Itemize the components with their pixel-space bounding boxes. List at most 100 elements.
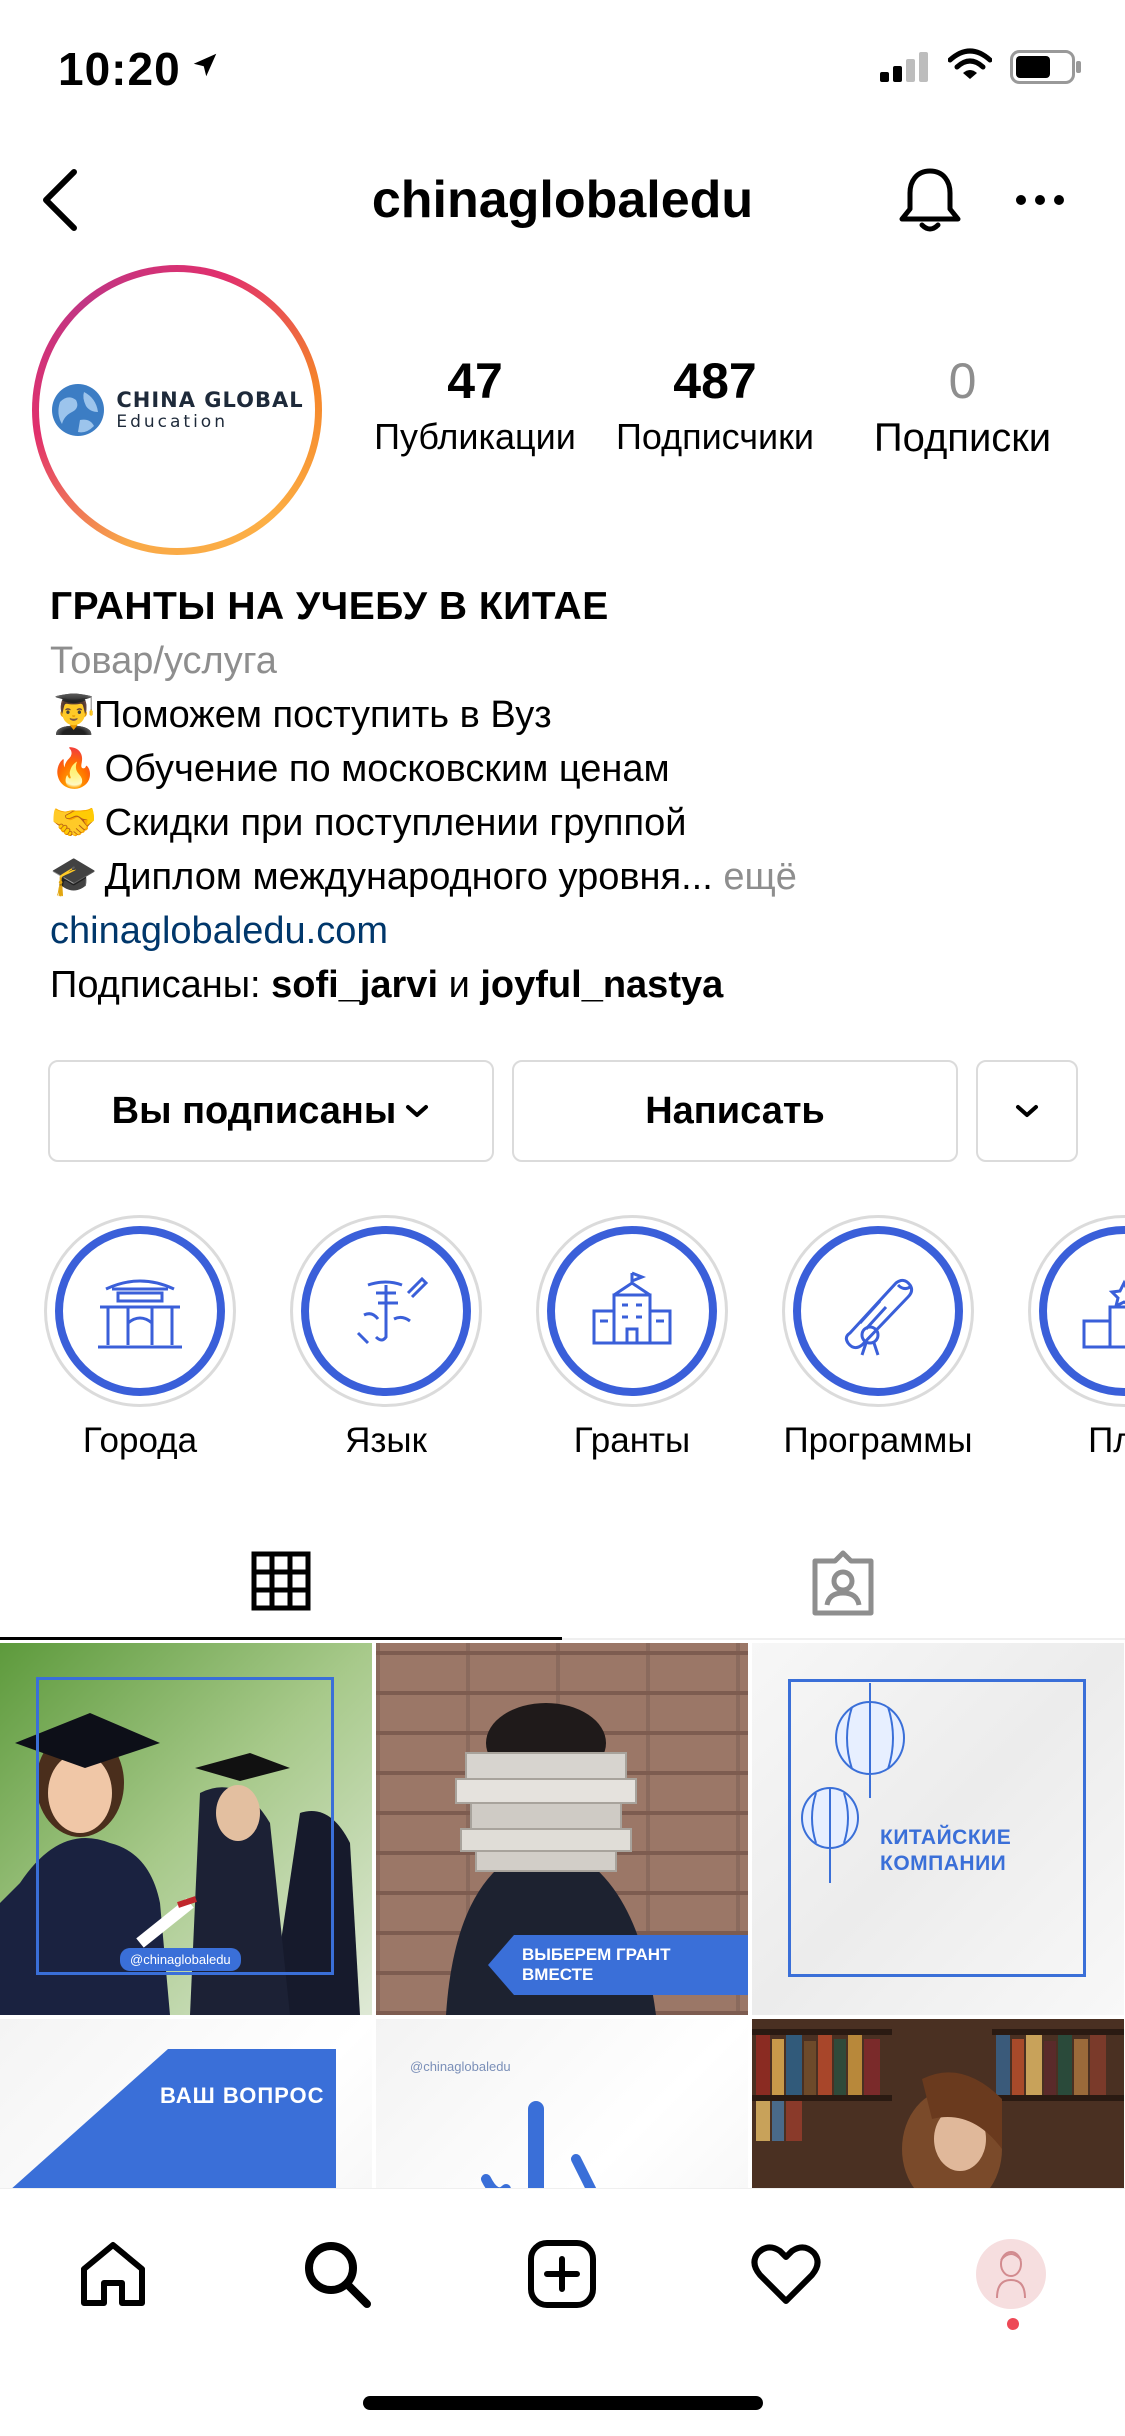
highlight-label: Гранты: [573, 1421, 691, 1460]
status-bar: 10:20: [0, 0, 1125, 140]
message-button[interactable]: Написать: [512, 1060, 958, 1162]
chevron-down-icon: [406, 1105, 429, 1117]
highlight-advantages[interactable]: Плю: [1024, 1215, 1125, 1461]
more-dots-icon: [1016, 195, 1064, 205]
home-icon: [81, 2242, 145, 2306]
highlight-label: Города: [82, 1421, 198, 1460]
nav-search[interactable]: [282, 2219, 392, 2329]
posts-count-number: 47: [447, 353, 503, 409]
highlight-programs[interactable]: Программы: [778, 1215, 978, 1461]
more-options-button[interactable]: [1010, 170, 1070, 230]
followed-by-user[interactable]: sofi_jarvi: [271, 964, 438, 1006]
following-count-number: 0: [948, 353, 977, 409]
bio-line: 🎓 Диплом международного уровня... ещё: [50, 850, 1090, 904]
following-count[interactable]: 0 Подписки: [850, 352, 1075, 461]
notifications-button[interactable]: [890, 160, 970, 240]
story-highlights: Города Язык Гранты Программы Пл: [40, 1215, 1125, 1475]
post-thumbnail[interactable]: @chinaglobaledu: [376, 2019, 748, 2188]
highlight-grants[interactable]: Гранты: [532, 1215, 732, 1461]
nav-profile[interactable]: [956, 2219, 1066, 2329]
calligraphy-stroke-icon: [481, 2101, 597, 2188]
post-handle: @chinaglobaledu: [120, 1948, 241, 1971]
library-photo: [752, 2019, 1124, 2188]
tab-tagged[interactable]: [562, 1525, 1124, 1640]
nav-activity[interactable]: [731, 2219, 841, 2329]
university-icon: [592, 1271, 672, 1345]
post-frame: [36, 1677, 334, 1975]
profile-bio: ГРАНТЫ НА УЧЕБУ В КИТАЕ Товар/услуга 👨‍🎓…: [50, 580, 1090, 1012]
student-emoji-icon: 👨‍🎓: [50, 694, 98, 736]
nav-home[interactable]: [58, 2219, 168, 2329]
highlight-language[interactable]: Язык: [286, 1215, 486, 1461]
battery-icon: [1010, 50, 1082, 89]
heart-icon: [751, 2244, 821, 2304]
following-button[interactable]: Вы подписаны: [48, 1060, 494, 1162]
highlight-label: Плю: [1088, 1421, 1125, 1460]
globe-logo-icon: [52, 384, 105, 436]
highlight-label: Язык: [345, 1421, 427, 1460]
profile-avatar-icon: [976, 2239, 1046, 2309]
post-caption: КИТАЙСКИЕ КОМПАНИИ: [880, 1826, 1012, 1875]
post-thumbnail[interactable]: КИТАЙСКИЕ КОМПАНИИ: [752, 1643, 1124, 2015]
bio-line-text: Поможем поступить в Вуз: [94, 694, 552, 736]
post-thumbnail[interactable]: ВЫБЕРЕМ ГРАНТ ВМЕСТЕ: [376, 1643, 748, 2015]
status-time: 10:20: [58, 43, 181, 95]
nav-create-post[interactable]: [507, 2219, 617, 2329]
bio-category: Товар/услуга: [50, 640, 277, 682]
cellular-signal-icon: [880, 52, 932, 87]
location-arrow-icon: [190, 50, 220, 85]
post-thumbnail[interactable]: ВАШ ВОПРОС: [0, 2019, 372, 2188]
followed-by: Подписаны: sofi_jarvi и joyful_nastya: [50, 958, 1090, 1012]
diploma-icon: [844, 1278, 914, 1356]
tagged-person-icon: [812, 1550, 874, 1615]
add-post-icon: [528, 2240, 596, 2308]
suggested-accounts-button[interactable]: [976, 1060, 1078, 1162]
followed-by-user[interactable]: joyful_nastya: [480, 964, 723, 1006]
message-button-label: Написать: [645, 1089, 825, 1132]
tab-posts-grid[interactable]: [0, 1525, 562, 1640]
post-handle: @chinaglobaledu: [410, 2059, 511, 2074]
logo-subtitle: Education: [116, 412, 228, 432]
profile-avatar: CHINA GLOBAL Education: [47, 280, 307, 540]
post-thumbnail[interactable]: @chinaglobaledu: [0, 1643, 372, 2015]
posts-grid: @chinaglobaledu ВЫБЕРЕМ ГРАНТ ВМЕСТЕ КИТ…: [0, 1643, 1125, 2188]
search-icon: [305, 2242, 371, 2308]
podium-icon: [1082, 1279, 1125, 1349]
bio-line-text: Диплом международного уровня...: [104, 856, 713, 898]
following-count-label: Подписки: [873, 416, 1052, 460]
profile-header: chinaglobaledu: [0, 150, 1125, 250]
grid-icon: [251, 1551, 311, 1611]
followed-by-and: и: [448, 964, 470, 1006]
followed-by-prefix: Подписаны:: [50, 964, 261, 1006]
home-indicator[interactable]: [363, 2396, 763, 2410]
bio-title: ГРАНТЫ НА УЧЕБУ В КИТАЕ: [50, 585, 609, 628]
posts-count-label: Публикации: [374, 416, 576, 457]
bio-more-link[interactable]: ещё: [723, 856, 797, 898]
followers-count[interactable]: 487 Подписчики: [600, 352, 830, 458]
pagoda-icon: [98, 1279, 182, 1349]
highlight-cities[interactable]: Города: [40, 1215, 240, 1461]
bio-line: 👨‍🎓Поможем поступить в Вуз: [50, 688, 1090, 742]
graduation-cap-emoji-icon: 🎓: [50, 856, 98, 898]
logo-title: CHINA GLOBAL: [116, 388, 304, 412]
bio-line: 🤝 Скидки при поступлении группой: [50, 796, 1090, 850]
post-caption: ВЫБЕРЕМ ГРАНТ ВМЕСТЕ: [488, 1935, 748, 1995]
bell-icon: [899, 168, 961, 232]
handshake-emoji-icon: 🤝: [50, 802, 98, 844]
calligraphy-icon: [356, 1276, 429, 1345]
posts-count[interactable]: 47 Публикации: [360, 352, 590, 458]
post-thumbnail[interactable]: [752, 2019, 1124, 2188]
bio-line-text: Обучение по московским ценам: [104, 748, 670, 790]
wifi-icon: [947, 48, 993, 87]
highlight-label: Программы: [783, 1421, 973, 1460]
bio-line: 🔥 Обучение по московским ценам: [50, 742, 1090, 796]
notification-dot: [1007, 2318, 1019, 2330]
bio-line-text: Скидки при поступлении группой: [104, 802, 687, 844]
followers-count-label: Подписчики: [615, 416, 815, 457]
chevron-down-icon: [1016, 1105, 1038, 1117]
post-caption: ВАШ ВОПРОС: [160, 2083, 325, 2108]
profile-avatar-ring[interactable]: CHINA GLOBAL Education: [32, 265, 322, 555]
bio-website-link[interactable]: chinaglobaledu.com: [50, 904, 1090, 958]
brand-logo: CHINA GLOBAL Education: [50, 382, 303, 438]
following-button-label: Вы подписаны: [111, 1089, 397, 1132]
